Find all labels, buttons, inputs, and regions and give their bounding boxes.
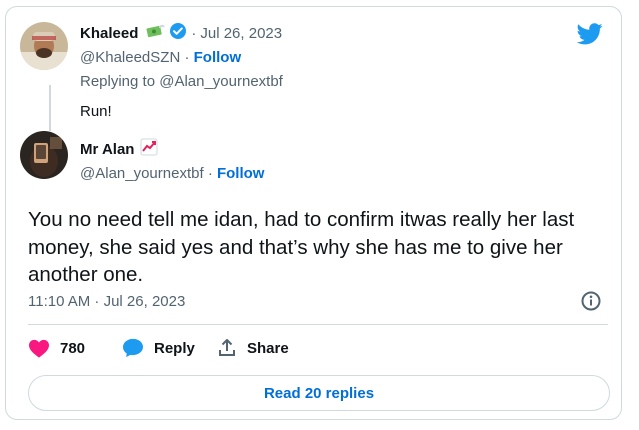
info-icon[interactable]: [580, 290, 602, 317]
reply-button[interactable]: Reply: [122, 338, 195, 358]
replying-to-handle[interactable]: @Alan_yournextbf: [159, 73, 283, 90]
read-replies-label: Read 20 replies: [263, 384, 375, 402]
share-button[interactable]: Share: [217, 338, 289, 358]
tweet-embed-card: Khaleed · Jul 26, 2023 @KhaleedSZN · Fol…: [5, 6, 622, 420]
share-upload-icon: [219, 339, 235, 356]
heart-icon: [29, 339, 49, 358]
author-name[interactable]: Mr Alan: [80, 141, 134, 158]
avatar-mr-alan[interactable]: [20, 131, 68, 179]
like-button[interactable]: 780: [28, 338, 85, 358]
author-name[interactable]: Khaleed: [80, 25, 138, 42]
tweet-date[interactable]: Jul 26, 2023: [200, 25, 282, 42]
follow-button[interactable]: Follow: [217, 165, 265, 182]
avatar-khaleed[interactable]: [20, 22, 68, 70]
author-handle[interactable]: @Alan_yournextbf: [80, 165, 204, 182]
share-label: Share: [247, 339, 289, 357]
twitter-bird-icon[interactable]: [577, 23, 603, 45]
reply-label: Reply: [154, 339, 195, 357]
reply-tweet-text: Run!: [80, 103, 112, 120]
divider: [28, 324, 608, 325]
main-tweet-text: You no need tell me idan, had to confirm…: [28, 208, 575, 286]
like-count: 780: [60, 339, 86, 357]
replying-to-label: Replying to: [80, 73, 156, 90]
chart-increasing-emoji: [140, 138, 158, 160]
thread-connector-line: [49, 85, 51, 131]
tweet-timestamp[interactable]: 11:10 AM · Jul 26, 2023: [28, 293, 185, 310]
read-replies-button[interactable]: Read 20 replies: [28, 375, 610, 411]
speech-bubble-icon: [123, 338, 143, 358]
verified-badge: [169, 22, 187, 44]
money-with-wings-emoji: [144, 23, 166, 43]
follow-button[interactable]: Follow: [194, 49, 242, 66]
author-handle[interactable]: @KhaleedSZN: [80, 49, 180, 66]
